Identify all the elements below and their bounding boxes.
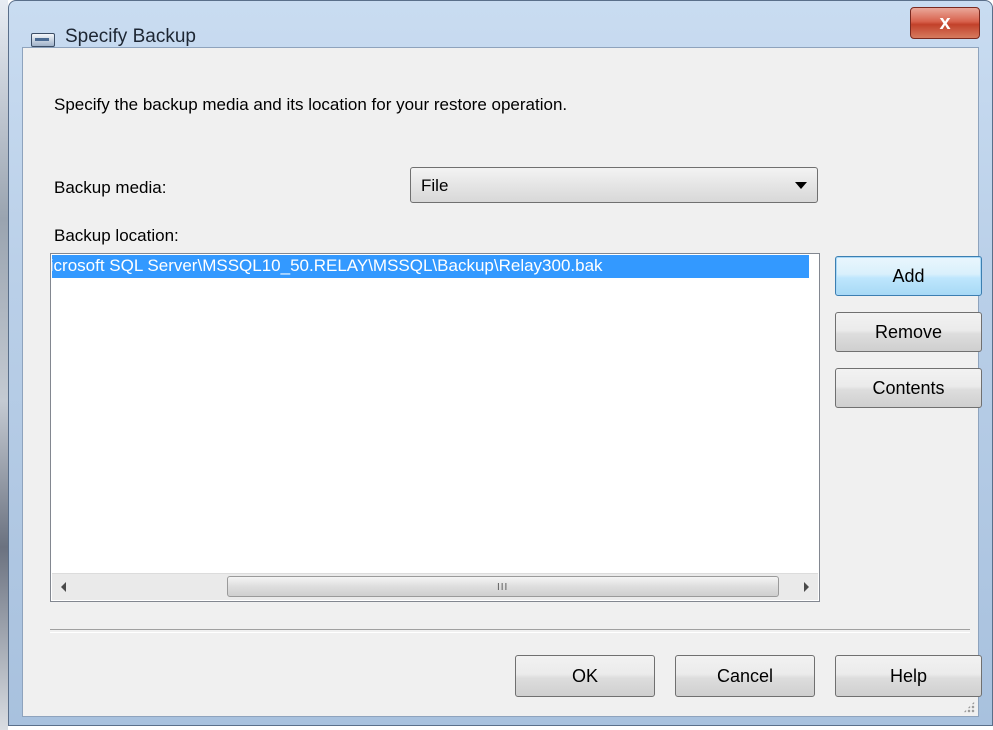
dialog-title: Specify Backup <box>65 26 196 47</box>
add-button[interactable]: Add <box>835 256 982 296</box>
chevron-down-icon <box>795 182 807 189</box>
horizontal-scrollbar[interactable]: III <box>52 573 818 600</box>
specify-backup-dialog: Specify Backup x Specify the backup medi… <box>8 0 993 726</box>
dialog-window-icon <box>31 33 55 47</box>
contents-button[interactable]: Contents <box>835 368 982 408</box>
instruction-text: Specify the backup media and its locatio… <box>54 95 568 114</box>
remove-button[interactable]: Remove <box>835 312 982 352</box>
backup-media-label: Backup media: <box>54 178 167 197</box>
scrollbar-grip: III <box>497 582 509 593</box>
close-icon: x <box>939 12 951 34</box>
dialog-body: Specify the backup media and its locatio… <box>22 47 982 717</box>
scroll-right-icon[interactable] <box>792 574 818 600</box>
background-window-edge <box>0 0 8 730</box>
scrollbar-thumb[interactable]: III <box>227 576 779 597</box>
cancel-button[interactable]: Cancel <box>675 655 815 697</box>
scroll-left-icon[interactable] <box>52 574 78 600</box>
resize-grip-icon[interactable] <box>963 701 975 713</box>
divider <box>50 629 970 633</box>
ok-button[interactable]: OK <box>515 655 655 697</box>
help-button[interactable]: Help <box>835 655 982 697</box>
backup-media-dropdown[interactable]: File <box>410 167 818 203</box>
backup-media-value: File <box>421 176 449 195</box>
backup-location-list[interactable]: licrosoft SQL Server\MSSQL10_50.RELAY\MS… <box>50 253 820 602</box>
close-button[interactable]: x <box>910 7 980 39</box>
list-item[interactable]: licrosoft SQL Server\MSSQL10_50.RELAY\MS… <box>52 255 809 278</box>
backup-location-label: Backup location: <box>54 226 179 245</box>
